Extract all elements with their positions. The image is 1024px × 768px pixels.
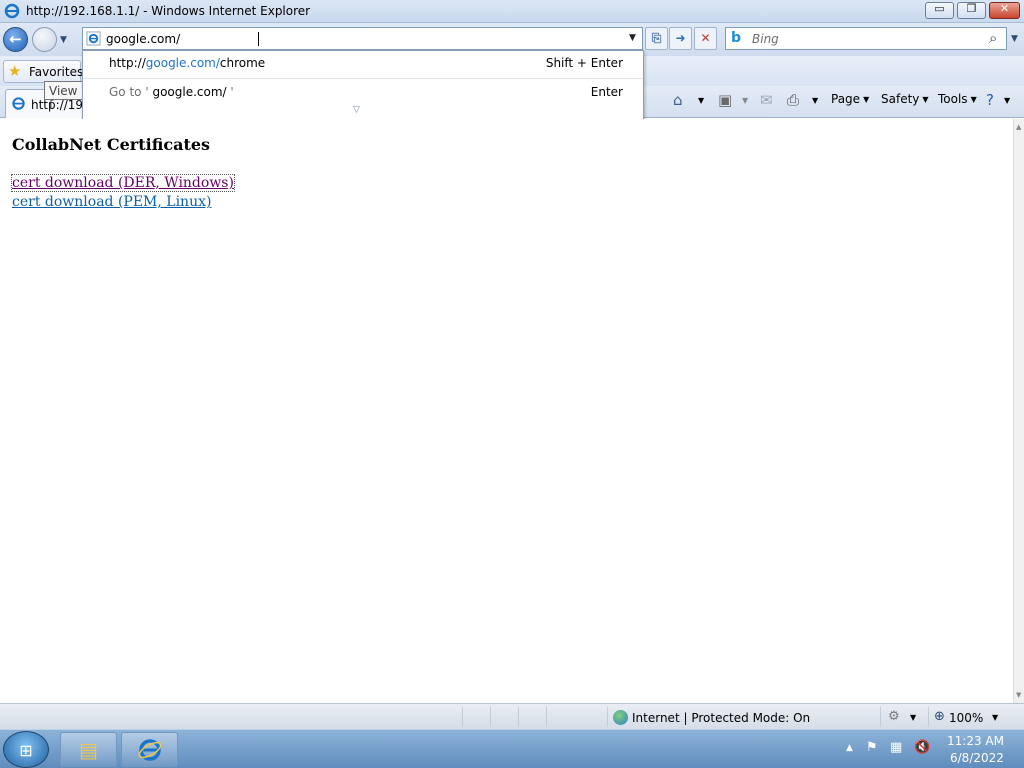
windows-logo-icon: ⊞ xyxy=(19,741,33,760)
back-button[interactable]: ← xyxy=(3,27,28,52)
status-divider xyxy=(518,707,519,727)
zoom-icon[interactable]: ⊕ xyxy=(934,709,945,724)
compatibility-icon: ⎘ xyxy=(651,31,662,45)
page-content: CollabNet Certificates cert download (DE… xyxy=(0,119,1013,703)
safety-menu-label: Safety xyxy=(881,92,920,106)
close-button[interactable]: ✕ xyxy=(989,2,1020,19)
status-divider xyxy=(880,707,881,727)
action-center-flag-icon[interactable]: ⚑ xyxy=(866,740,878,755)
scroll-down-icon[interactable]: ▼ xyxy=(1016,691,1021,699)
address-autocomplete-dropdown: http://google.com/chrome Shift + Enter G… xyxy=(82,50,644,120)
page-dropdown-icon: ▼ xyxy=(863,95,870,104)
help-dropdown-icon[interactable]: ▼ xyxy=(1004,96,1010,105)
cert-download-pem-link[interactable]: cert download (PEM, Linux) xyxy=(12,194,211,210)
zoom-level[interactable]: 100% xyxy=(949,711,983,725)
go-arrow-icon: ➜ xyxy=(675,31,686,45)
status-divider xyxy=(490,707,491,727)
taskbar: ⊞ ▤ ▲ ⚑ ▦ 🔇 11:23 AM 6/8/2022 xyxy=(0,729,1024,768)
scroll-up-icon[interactable]: ▲ xyxy=(1016,123,1021,131)
title-bar: http://192.168.1.1/ - Windows Internet E… xyxy=(0,0,1024,23)
star-icon: ★ xyxy=(8,62,22,80)
bing-icon: b xyxy=(731,30,742,46)
status-divider xyxy=(462,707,463,727)
expand-autocomplete-icon[interactable]: ▽ xyxy=(353,105,360,115)
maximize-button[interactable]: ❐ xyxy=(957,2,986,19)
internet-globe-icon xyxy=(613,710,628,725)
suggestion-url: http://google.com/chrome xyxy=(109,56,266,70)
ie-tab-icon xyxy=(12,97,25,110)
text-caret xyxy=(258,32,259,46)
status-divider xyxy=(546,707,547,727)
page-menu-label: Page xyxy=(831,92,861,106)
print-dropdown-icon[interactable]: ▼ xyxy=(812,96,818,105)
status-divider xyxy=(607,707,608,727)
forward-button[interactable] xyxy=(32,27,57,52)
tooltip-text: View f xyxy=(49,84,78,112)
recent-pages-dropdown-icon[interactable]: ▼ xyxy=(60,35,67,45)
go-button[interactable]: ➜ xyxy=(669,27,692,50)
back-arrow-icon: ← xyxy=(9,30,22,48)
favorites-label: Favorites xyxy=(29,65,84,79)
clock-date[interactable]: 6/8/2022 xyxy=(950,751,1004,765)
suggestion-shortcut: Shift + Enter xyxy=(545,56,623,70)
tools-dropdown-icon: ▼ xyxy=(970,95,977,104)
feeds-icon[interactable]: ▣ xyxy=(718,91,732,109)
safety-dropdown-icon: ▼ xyxy=(922,95,929,104)
autocomplete-divider xyxy=(83,78,643,79)
security-zone-text[interactable]: Internet | Protected Mode: On xyxy=(632,711,810,725)
tools-menu[interactable]: Tools ▼ xyxy=(938,92,977,106)
tools-menu-label: Tools xyxy=(938,92,968,106)
help-icon[interactable]: ? xyxy=(986,91,994,109)
show-hidden-icons-icon[interactable]: ▲ xyxy=(846,743,853,753)
taskbar-explorer[interactable]: ▤ xyxy=(60,732,117,767)
print-icon[interactable]: ⎙ xyxy=(787,91,799,109)
volume-muted-icon[interactable]: 🔇 xyxy=(914,740,930,755)
favorites-button[interactable]: ★ Favorites xyxy=(3,60,84,83)
safety-menu[interactable]: Safety ▼ xyxy=(881,92,929,106)
address-bar[interactable]: google.com/ ▼ xyxy=(82,27,643,50)
page-heading: CollabNet Certificates xyxy=(12,135,211,154)
taskbar-internet-explorer[interactable] xyxy=(121,732,178,767)
status-divider xyxy=(928,707,929,727)
feeds-dropdown-icon[interactable]: ▼ xyxy=(742,96,748,105)
zoom-dropdown-icon[interactable]: ▼ xyxy=(992,713,998,722)
window-title: http://192.168.1.1/ - Windows Internet E… xyxy=(26,4,311,18)
stop-button[interactable]: ✕ xyxy=(694,27,717,50)
status-bar: Internet | Protected Mode: On ⚙ ▼ ⊕ 100%… xyxy=(0,703,1024,729)
home-dropdown-icon[interactable]: ▼ xyxy=(698,96,704,105)
folder-icon: ▤ xyxy=(79,738,98,762)
address-dropdown-icon[interactable]: ▼ xyxy=(629,33,636,43)
home-icon[interactable]: ⌂ xyxy=(673,91,683,109)
goto-shortcut: Enter xyxy=(590,85,623,99)
close-icon: ✕ xyxy=(999,2,1010,15)
vertical-scrollbar[interactable]: ▲ ▼ xyxy=(1013,119,1024,703)
ie-taskbar-icon xyxy=(138,739,162,761)
maximize-icon: ❐ xyxy=(966,2,977,15)
search-placeholder: Bing xyxy=(752,32,779,46)
goto-text: Go to ' google.com/ ' xyxy=(109,85,234,99)
network-icon[interactable]: ▦ xyxy=(890,740,902,755)
page-menu[interactable]: Page ▼ xyxy=(831,92,869,106)
stop-icon: ✕ xyxy=(700,31,711,45)
protected-mode-dropdown-icon[interactable]: ▼ xyxy=(910,713,916,722)
address-input[interactable]: google.com/ xyxy=(106,32,180,46)
ie-page-icon xyxy=(86,31,101,46)
favorites-tooltip: View f xyxy=(44,81,84,112)
ie-logo-icon xyxy=(4,3,20,19)
minimize-button[interactable]: ▭ xyxy=(925,2,954,19)
clock-time[interactable]: 11:23 AM xyxy=(947,734,1004,748)
minimize-icon: ▭ xyxy=(934,2,945,15)
start-button[interactable]: ⊞ xyxy=(3,731,49,768)
autocomplete-suggestion[interactable]: http://google.com/chrome Shift + Enter xyxy=(83,51,643,76)
search-icon[interactable]: ⌕ xyxy=(989,29,997,47)
search-dropdown-icon[interactable]: ▼ xyxy=(1011,34,1018,44)
search-box[interactable]: b Bing ⌕ xyxy=(725,27,1007,50)
cert-download-der-link[interactable]: cert download (DER, Windows) xyxy=(11,174,235,192)
mail-icon[interactable]: ✉ xyxy=(760,91,773,109)
compatibility-view-button[interactable]: ⎘ xyxy=(645,27,668,50)
protected-mode-icon[interactable]: ⚙ xyxy=(888,709,900,724)
autocomplete-goto[interactable]: Go to ' google.com/ ' Enter xyxy=(83,80,643,105)
